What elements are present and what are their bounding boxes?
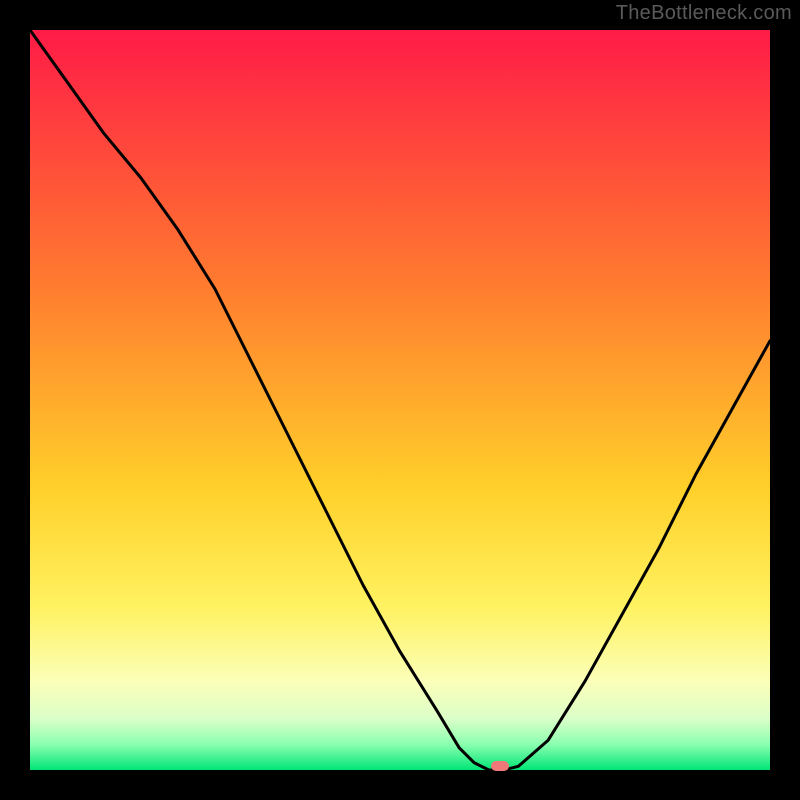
plot-area <box>30 30 770 770</box>
curve-svg <box>30 30 770 770</box>
chart-root: TheBottleneck.com <box>0 0 800 800</box>
bottleneck-curve <box>30 30 770 770</box>
watermark-text: TheBottleneck.com <box>616 2 792 25</box>
optimal-marker <box>491 761 509 771</box>
